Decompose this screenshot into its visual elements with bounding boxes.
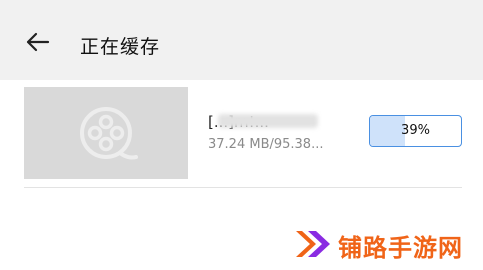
watermark: 铺路手游网 — [284, 216, 483, 270]
title-blur-mask — [218, 114, 318, 128]
watermark-text: 铺路手游网 — [338, 234, 463, 262]
divider — [24, 187, 462, 188]
download-size: 37.24 MB/95.38... — [208, 137, 324, 152]
video-thumbnail[interactable] — [24, 87, 188, 179]
progress-button[interactable]: 39% — [369, 115, 462, 147]
progress-label: 39% — [401, 123, 430, 138]
app-header: 正在缓存 — [0, 0, 483, 80]
double-chevron-icon — [296, 231, 330, 257]
page-title: 正在缓存 — [80, 36, 161, 58]
arrow-left-icon — [26, 32, 50, 52]
back-button[interactable] — [22, 28, 54, 60]
download-item[interactable]: [...]m!... 37.24 MB/95.38... 39% — [0, 80, 483, 190]
film-reel-icon — [80, 107, 138, 160]
